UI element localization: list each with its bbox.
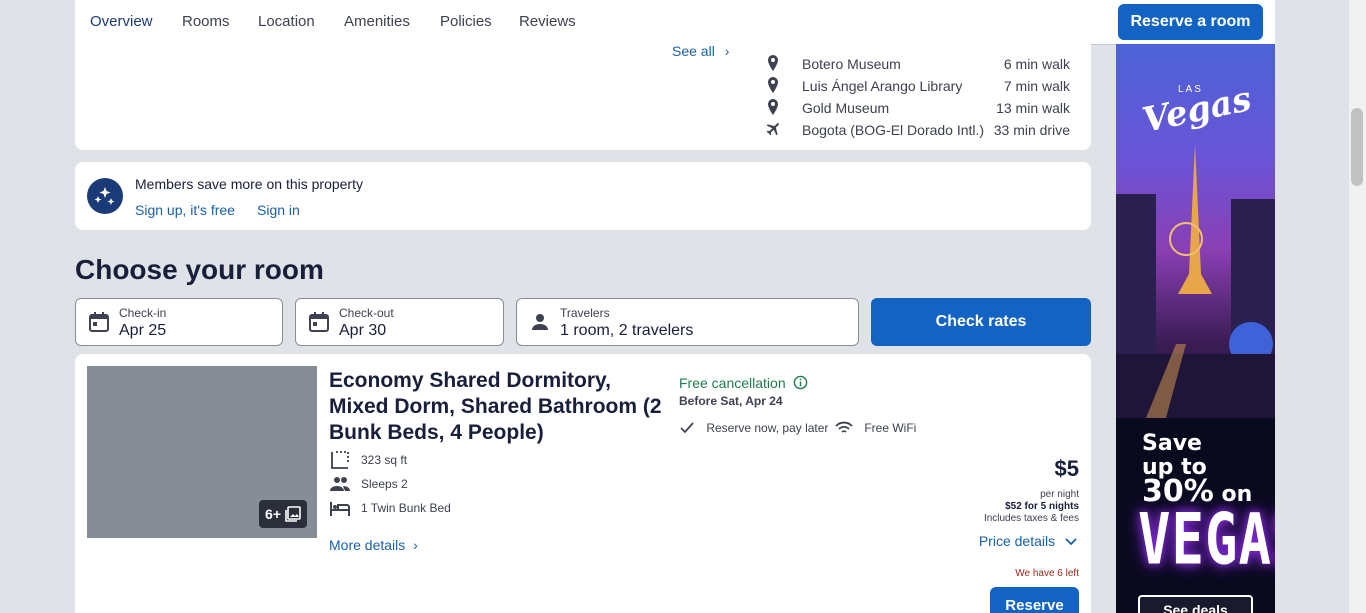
travelers-value: 1 room, 2 travelers xyxy=(560,322,694,339)
page-scrollbar[interactable] xyxy=(1349,0,1366,613)
perk-text: Free WiFi xyxy=(864,421,917,435)
travelers-label: Travelers xyxy=(560,306,610,320)
calendar-icon xyxy=(309,312,329,332)
location-card: See all › Botero Museum 6 min walk Luis … xyxy=(75,40,1091,150)
top-nav: Overview Rooms Location Amenities Polici… xyxy=(75,0,1275,45)
member-badge-icon xyxy=(87,178,123,214)
ad-save-text: Save up to 30% on xyxy=(1142,432,1275,507)
room-card: 6+ Economy Shared Dormitory, Mixed Dorm,… xyxy=(75,354,1091,613)
reserve-room-button[interactable]: Reserve a room xyxy=(1118,4,1263,40)
ad-see-deals-button[interactable]: See deals xyxy=(1138,595,1253,613)
travelers-field[interactable]: Travelers 1 room, 2 travelers xyxy=(516,298,859,346)
chevron-right-icon: › xyxy=(413,537,418,553)
room-image[interactable]: 6+ xyxy=(87,366,317,538)
calendar-icon xyxy=(89,312,109,332)
total-price: $52 for 5 nights xyxy=(1005,501,1079,512)
free-cancellation-label: Free cancellation xyxy=(679,375,786,391)
poi-item: Luis Ángel Arango Library 7 min walk xyxy=(765,76,1070,98)
poi-distance: 13 min walk xyxy=(996,100,1070,116)
free-cancellation: Free cancellation xyxy=(679,375,808,391)
room-title: Economy Shared Dormitory, Mixed Dorm, Sh… xyxy=(329,369,662,444)
more-details-link[interactable]: More details › xyxy=(329,537,418,553)
see-all-label: See all xyxy=(672,43,715,59)
gallery-count: 6+ xyxy=(265,506,281,522)
map-pin-icon xyxy=(768,99,778,115)
more-details-label: More details xyxy=(329,537,406,553)
checkout-label: Check-out xyxy=(339,306,394,320)
info-icon[interactable] xyxy=(793,375,808,390)
members-text: Members save more on this property xyxy=(135,176,363,192)
wifi-icon xyxy=(835,421,853,433)
perk-reserve-later: Reserve now, pay later xyxy=(679,421,828,435)
map-pin-icon xyxy=(768,77,778,93)
checkmark-icon xyxy=(680,422,694,434)
checkin-field[interactable]: Check-in Apr 25 xyxy=(75,298,283,346)
poi-item: Botero Museum 6 min walk xyxy=(765,54,1070,76)
feature-text: Sleeps 2 xyxy=(361,477,408,491)
includes-taxes: Includes taxes & fees xyxy=(983,513,1079,524)
section-heading: Choose your room xyxy=(75,254,324,285)
checkout-value: Apr 30 xyxy=(339,322,387,339)
price-details-label: Price details xyxy=(978,533,1056,549)
cancellation-deadline: Before Sat, Apr 24 xyxy=(679,394,783,408)
sign-in-link[interactable]: Sign in xyxy=(257,202,300,218)
ad-image-vegas-strip: LAS Vegas xyxy=(1116,44,1275,418)
gallery-icon xyxy=(285,506,301,522)
people-icon xyxy=(330,477,350,491)
floor-area-icon xyxy=(331,451,349,469)
feature-text: 323 sq ft xyxy=(361,453,408,467)
perk-text: Reserve now, pay later xyxy=(706,421,829,435)
poi-distance: 33 min drive xyxy=(993,122,1070,138)
bed-icon xyxy=(330,502,350,516)
ad-save-line1: Save xyxy=(1142,431,1202,456)
nightly-price: $5 xyxy=(1054,456,1079,481)
availability-text: We have 6 left xyxy=(1015,568,1079,579)
person-icon xyxy=(532,314,548,330)
ad-big-vegas: VEGAS xyxy=(1138,498,1275,581)
poi-name: Luis Ángel Arango Library xyxy=(802,78,963,94)
map-pin-icon xyxy=(768,55,778,71)
airplane-icon xyxy=(766,123,779,136)
poi-item: Gold Museum 13 min walk xyxy=(765,98,1070,120)
checkin-label: Check-in xyxy=(119,306,167,320)
members-card: Members save more on this property Sign … xyxy=(75,162,1091,230)
per-night-label: per night xyxy=(1040,489,1079,500)
poi-distance: 7 min walk xyxy=(1003,78,1070,94)
advertisement[interactable]: LAS Vegas Save up to 30% on VEGAS See de… xyxy=(1116,44,1275,613)
feature-text: 1 Twin Bunk Bed xyxy=(361,501,451,515)
checkout-field[interactable]: Check-out Apr 30 xyxy=(295,298,504,346)
see-all-link[interactable]: See all › xyxy=(672,43,729,59)
price-details-link[interactable]: Price details xyxy=(979,533,1077,549)
checkin-value: Apr 25 xyxy=(119,322,167,339)
reserve-button[interactable]: Reserve xyxy=(990,587,1079,613)
gallery-count-badge[interactable]: 6+ xyxy=(259,500,307,528)
scrollbar-thumb[interactable] xyxy=(1351,108,1363,186)
poi-name: Bogota (BOG-El Dorado Intl.) xyxy=(802,122,985,138)
chevron-right-icon: › xyxy=(724,43,730,59)
poi-distance: 6 min walk xyxy=(1003,56,1070,72)
chevron-down-icon xyxy=(1065,538,1077,546)
check-rates-button[interactable]: Check rates xyxy=(871,298,1091,346)
poi-item: Bogota (BOG-El Dorado Intl.) 33 min driv… xyxy=(765,120,1070,142)
sign-up-link[interactable]: Sign up, it's free xyxy=(135,202,235,218)
poi-name: Botero Museum xyxy=(802,56,901,72)
perk-wifi: Free WiFi xyxy=(835,421,916,435)
poi-name: Gold Museum xyxy=(802,100,890,116)
